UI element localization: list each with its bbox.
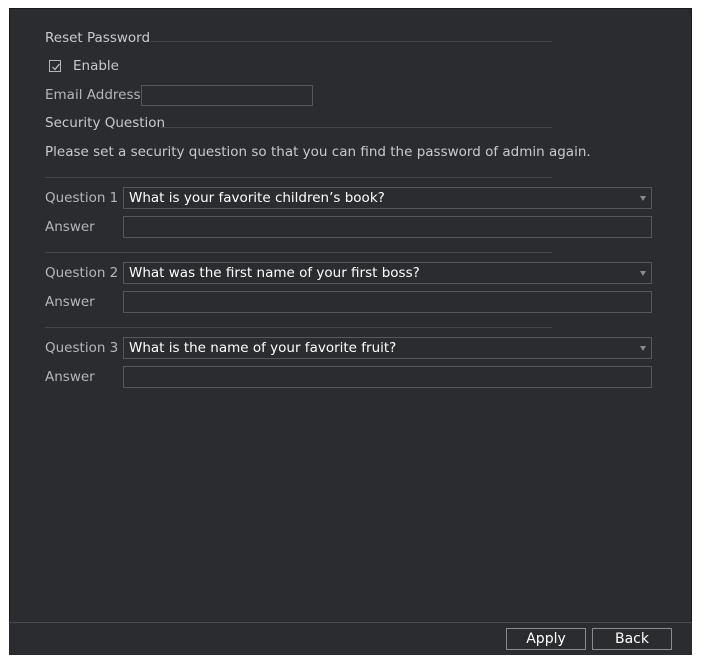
reset-password-title: Reset Password xyxy=(45,30,151,46)
chevron-down-icon xyxy=(640,196,646,201)
question-2-label: Question 2 xyxy=(45,265,119,281)
question-1-label: Question 1 xyxy=(45,190,119,206)
footer-bar xyxy=(9,622,692,655)
answer-1-label: Answer xyxy=(45,219,95,235)
chevron-down-icon xyxy=(640,346,646,351)
enable-checkbox[interactable] xyxy=(49,60,61,72)
question-1-value: What is your favorite children’s book? xyxy=(129,190,385,206)
email-address-label: Email Address xyxy=(45,87,141,103)
answer-2-label: Answer xyxy=(45,294,95,310)
question-1-select[interactable]: What is your favorite children’s book? xyxy=(123,187,652,209)
security-question-description: Please set a security question so that y… xyxy=(45,144,591,160)
back-button[interactable]: Back xyxy=(592,628,672,650)
section-divider xyxy=(45,177,552,178)
enable-label: Enable xyxy=(73,58,119,74)
answer-2-input[interactable] xyxy=(123,291,652,313)
answer-3-label: Answer xyxy=(45,369,95,385)
question-2-value: What was the first name of your first bo… xyxy=(129,265,420,281)
security-question-title: Security Question xyxy=(45,115,166,131)
email-address-input[interactable] xyxy=(141,85,313,106)
chevron-down-icon xyxy=(640,271,646,276)
settings-panel xyxy=(9,8,692,655)
section-divider xyxy=(150,41,552,42)
section-divider xyxy=(160,127,552,128)
answer-1-input[interactable] xyxy=(123,216,652,238)
check-icon xyxy=(52,63,60,71)
question-2-select[interactable]: What was the first name of your first bo… xyxy=(123,262,652,284)
question-3-label: Question 3 xyxy=(45,340,119,356)
section-divider xyxy=(45,252,552,253)
section-divider xyxy=(45,327,552,328)
apply-button[interactable]: Apply xyxy=(506,628,586,650)
question-3-value: What is the name of your favorite fruit? xyxy=(129,340,397,356)
answer-3-input[interactable] xyxy=(123,366,652,388)
question-3-select[interactable]: What is the name of your favorite fruit? xyxy=(123,337,652,359)
